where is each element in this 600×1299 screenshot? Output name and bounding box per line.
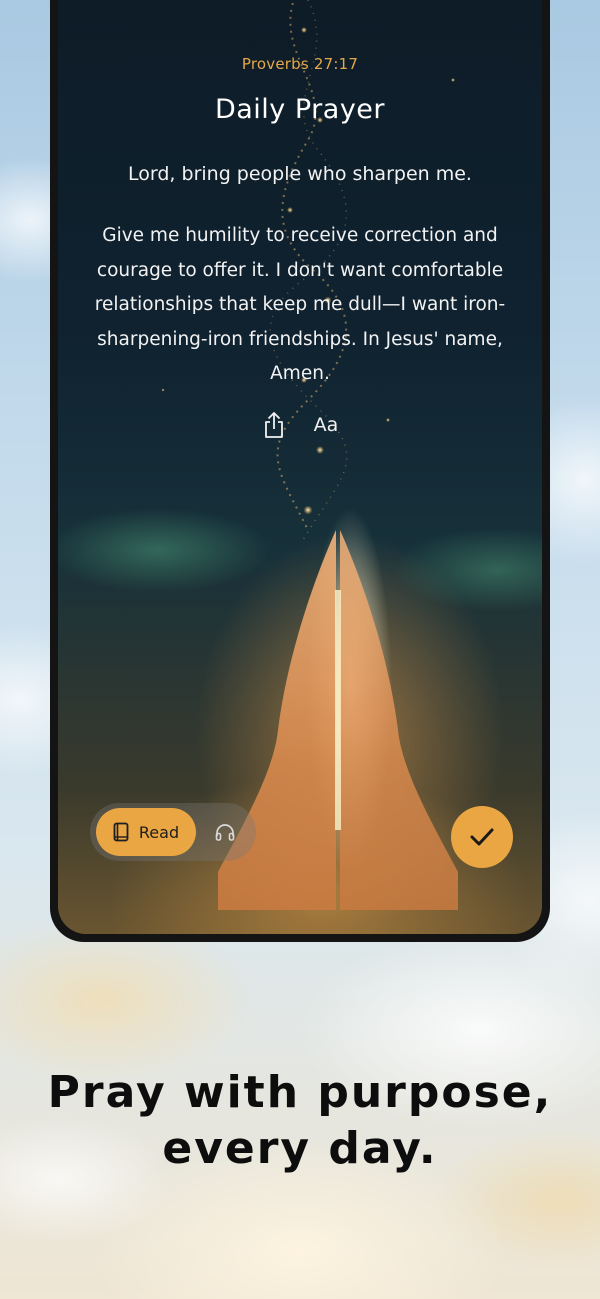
praying-hands-illustration bbox=[218, 530, 458, 910]
page-title: Daily Prayer bbox=[214, 94, 386, 125]
mark-complete-button[interactable] bbox=[451, 806, 513, 868]
prayer-lead: Lord, bring people who sharpen me. bbox=[128, 163, 472, 185]
tagline-line-2: every day. bbox=[162, 1123, 438, 1174]
tagline-line-1: Pray with purpose, bbox=[47, 1067, 553, 1118]
font-size-button[interactable]: Aa bbox=[314, 414, 339, 436]
prayer-screen: Proverbs 27:17 Daily Prayer Lord, bring … bbox=[58, 0, 542, 934]
mode-toggle: Read bbox=[90, 803, 256, 861]
headphones-icon bbox=[215, 824, 235, 841]
listen-mode-button[interactable] bbox=[210, 817, 240, 847]
marketing-tagline: Pray with purpose, every day. bbox=[0, 1065, 600, 1177]
prayer-body: Give me humility to receive correction a… bbox=[94, 225, 506, 384]
read-mode-label: Read bbox=[138, 822, 180, 842]
phone-frame: Proverbs 27:17 Daily Prayer Lord, bring … bbox=[50, 0, 550, 942]
checkmark-icon bbox=[470, 828, 494, 846]
share-icon bbox=[264, 412, 283, 438]
verse-reference[interactable]: Proverbs 27:17 bbox=[58, 55, 542, 73]
read-mode-button[interactable]: Read bbox=[96, 808, 196, 856]
book-icon bbox=[113, 822, 129, 842]
share-button[interactable] bbox=[262, 410, 286, 440]
prayer-tools: Aa bbox=[58, 410, 542, 440]
